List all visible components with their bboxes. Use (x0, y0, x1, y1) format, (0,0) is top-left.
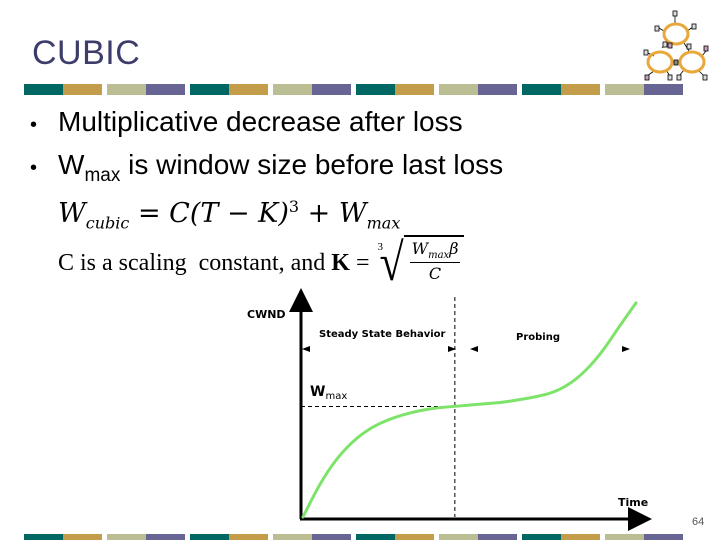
stripe-segment (312, 534, 351, 540)
region-arrow-right-icon (622, 346, 630, 352)
slide-title: CUBIC (32, 34, 141, 72)
k-definition-formula: C is a scaling constant, and K = 3 √ Wma… (58, 235, 465, 289)
formula-plus: + (299, 198, 339, 229)
stripe-segment (561, 534, 600, 540)
formula-k-label: K (331, 249, 350, 276)
stripe-segment (24, 84, 63, 95)
stripe-segment (395, 84, 434, 95)
bullet-list: • Multiplicative decrease after loss • W… (30, 102, 503, 189)
stripe-segment (356, 534, 395, 540)
formula-rhs-main: C(T − K) (169, 198, 289, 229)
stripe-segment (190, 534, 229, 540)
stripe-segment (107, 84, 146, 95)
fraction-denominator: C (428, 264, 442, 284)
network-molecule-icon (643, 10, 709, 81)
bullet-text: is window size before last loss (120, 149, 504, 180)
fraction-numerator: Wmaxβ (409, 239, 461, 264)
region-arrow-left-icon (302, 346, 310, 352)
stripe-segment (24, 534, 63, 540)
bullet-item: • W max is window size before last loss (30, 145, 503, 189)
stripe-segment (356, 84, 395, 95)
stripe-segment (229, 84, 268, 95)
bullet-prefix: W (58, 149, 85, 180)
bullet-dot-icon: • (30, 114, 38, 136)
region-label-steady-state: Steady State Behavior (319, 329, 446, 340)
cubic-formula: Wcubic = C(T − K)3 + Wmax (58, 197, 400, 229)
formula-equals: = (355, 249, 370, 276)
stripe-segment (439, 84, 478, 95)
y-axis-label: CWND (247, 308, 286, 321)
fraction: Wmaxβ C (403, 235, 465, 284)
stripe-segment (312, 84, 351, 95)
stripe-segment (522, 84, 561, 95)
stripe-segment (644, 84, 683, 95)
bullet-text: Multiplicative decrease after loss (58, 106, 463, 137)
formula-lhs-var: W (58, 198, 86, 229)
numerator-beta: β (449, 239, 459, 258)
formula-equals: = (129, 198, 170, 229)
numerator-sub: max (428, 250, 450, 262)
bullet-subscript: max (84, 165, 121, 186)
stripe-segment (273, 534, 312, 540)
formula-rhs-var: W (338, 198, 367, 229)
stripe-segment (478, 84, 517, 95)
bottom-color-stripe (24, 534, 683, 540)
x-axis-label: Time (618, 496, 648, 509)
stripe-segment (107, 534, 146, 540)
cube-root: 3 √ Wmaxβ C (378, 235, 465, 289)
stripe-segment (63, 534, 102, 540)
stripe-segment (395, 534, 434, 540)
region-label-probing: Probing (516, 332, 560, 343)
stripe-segment (190, 84, 229, 95)
formula-description: C is a scaling constant, and (58, 249, 326, 276)
stripe-segment (561, 84, 600, 95)
stripe-segment (478, 534, 517, 540)
numerator-var: W (411, 239, 429, 258)
stripe-segment (146, 534, 185, 540)
stripe-segment (605, 534, 644, 540)
stripe-segment (229, 534, 268, 540)
formula-exponent: 3 (288, 197, 300, 216)
stripe-segment (273, 84, 312, 95)
cwnd-curve (301, 301, 638, 519)
formula-lhs-sub: cubic (85, 213, 130, 229)
stripe-segment (644, 534, 683, 540)
region-arrow-right-icon (448, 346, 456, 352)
stripe-segment (605, 84, 644, 95)
radical-sign-icon: √ (379, 233, 404, 292)
stripe-segment (522, 534, 561, 540)
region-arrow-left-icon (470, 346, 478, 352)
stripe-segment (439, 534, 478, 540)
bullet-dot-icon: • (30, 157, 38, 179)
top-color-stripe (24, 84, 683, 95)
formula-rhs-sub: max (366, 213, 401, 229)
bullet-item: • Multiplicative decrease after loss (30, 102, 503, 145)
stripe-segment (146, 84, 185, 95)
stripe-segment (63, 84, 102, 95)
page-number: 64 (692, 516, 705, 528)
wmax-label: Wmax (310, 384, 347, 402)
